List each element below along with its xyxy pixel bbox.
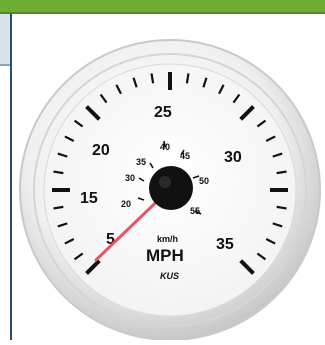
speedometer-gauge: 5 15 20 25 30 35 20 30 35 40 45 50 55 km… [19, 39, 321, 341]
minor-tick [53, 205, 64, 210]
minor-tick [185, 73, 190, 84]
unit-mph-label: MPH [146, 246, 184, 265]
mph-number-20: 20 [92, 142, 110, 159]
kmh-number-45: 45 [180, 151, 190, 161]
unit-kmh-label: km/h [157, 234, 178, 244]
top-color-bar [0, 0, 325, 14]
minor-tick [150, 73, 155, 84]
gauge-hub-highlight [159, 176, 171, 188]
mph-number-15: 15 [80, 190, 98, 207]
minor-tick [276, 205, 287, 210]
mph-number-35: 35 [216, 236, 234, 253]
speedometer-photo: 5 15 20 25 30 35 20 30 35 40 45 50 55 km… [12, 14, 325, 341]
mph-number-25: 25 [154, 104, 172, 121]
brand-logo: KUS [160, 271, 179, 281]
gauge-center-hub [149, 166, 193, 210]
kmh-number-50: 50 [199, 176, 209, 186]
kmh-number-20: 20 [121, 199, 131, 209]
kmh-number-30: 30 [125, 173, 135, 183]
minor-tick [53, 170, 64, 175]
kmh-number-35: 35 [136, 157, 146, 167]
mph-number-30: 30 [224, 149, 242, 166]
minor-tick [276, 170, 287, 175]
left-frame-tab [0, 14, 10, 66]
